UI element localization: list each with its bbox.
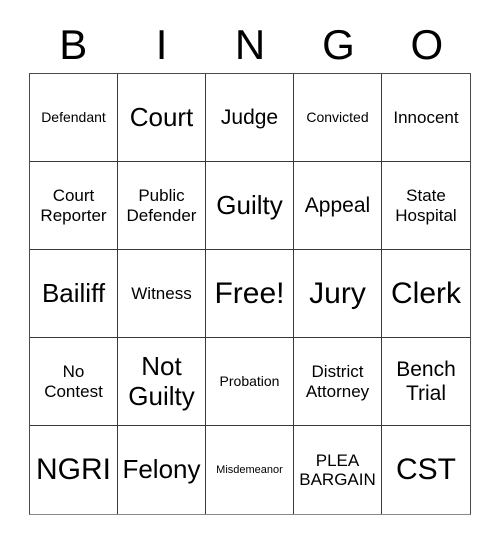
bingo-cell[interactable]: Public Defender xyxy=(118,162,206,250)
bingo-cell-label: Defendant xyxy=(41,108,106,125)
bingo-cell[interactable]: Appeal xyxy=(294,162,382,250)
bingo-cell-label: Court Reporter xyxy=(40,186,107,225)
bingo-cell-label: CST xyxy=(396,453,456,487)
bingo-cell[interactable]: CST xyxy=(382,426,470,514)
bingo-header: B I N G O xyxy=(29,16,471,73)
bingo-header-letter-n: N xyxy=(234,20,266,68)
bingo-cell-label: Probation xyxy=(219,372,280,389)
bingo-header-letter-o: O xyxy=(410,20,444,68)
bingo-cell-label: Clerk xyxy=(390,276,461,310)
bingo-cell[interactable]: District Attorney xyxy=(294,338,382,426)
bingo-cell-label: Witness xyxy=(131,283,192,303)
bingo-cell[interactable]: Convicted xyxy=(294,74,382,162)
bingo-cell-label: Free! xyxy=(214,276,285,310)
bingo-cell-label: Guilty xyxy=(216,189,283,220)
bingo-cell[interactable]: Court xyxy=(118,74,206,162)
bingo-cell-label: Misdemeanor xyxy=(216,463,283,476)
bingo-cell-label: Judge xyxy=(220,105,279,129)
bingo-cell-label: State Hospital xyxy=(395,186,457,225)
bingo-cell-label: PLEA BARGAIN xyxy=(299,450,376,489)
bingo-cell[interactable]: No Contest xyxy=(30,338,118,426)
bingo-cell[interactable]: Not Guilty xyxy=(118,338,206,426)
bingo-cell[interactable]: Jury xyxy=(294,250,382,338)
bingo-cell-label: No Contest xyxy=(44,362,103,401)
bingo-cell[interactable]: Felony xyxy=(118,426,206,514)
bingo-cell-label: Court xyxy=(129,101,194,132)
bingo-header-letter-g: G xyxy=(322,20,355,68)
bingo-cell[interactable]: Court Reporter xyxy=(30,162,118,250)
bingo-cell[interactable]: Judge xyxy=(206,74,294,162)
bingo-cell-label: Bench Trial xyxy=(396,357,456,405)
bingo-cell-label: Convicted xyxy=(306,108,369,125)
bingo-cell[interactable]: Innocent xyxy=(382,74,470,162)
bingo-grid: Defendant Court Judge Convicted Innocent… xyxy=(29,73,471,515)
bingo-cell-label: Jury xyxy=(309,276,366,310)
bingo-cell[interactable]: Probation xyxy=(206,338,294,426)
bingo-cell[interactable]: Bailiff xyxy=(30,250,118,338)
bingo-cell-label: Not Guilty xyxy=(128,351,195,411)
bingo-cell[interactable]: Bench Trial xyxy=(382,338,470,426)
bingo-card: B I N G O Defendant Court Judge Convicte… xyxy=(0,0,500,544)
bingo-cell[interactable]: Misdemeanor xyxy=(206,426,294,514)
bingo-cell-label: District Attorney xyxy=(305,362,370,401)
bingo-cell-label: NGRI xyxy=(36,453,111,487)
bingo-cell-label: Public Defender xyxy=(126,186,197,225)
bingo-cell-free-space[interactable]: Free! xyxy=(206,250,294,338)
bingo-cell-label: Innocent xyxy=(393,107,459,127)
bingo-cell[interactable]: NGRI xyxy=(30,426,118,514)
bingo-cell-label: Felony xyxy=(122,454,201,485)
bingo-cell[interactable]: Witness xyxy=(118,250,206,338)
bingo-cell[interactable]: Guilty xyxy=(206,162,294,250)
bingo-header-letter-b: B xyxy=(59,20,88,68)
bingo-header-letter-i: I xyxy=(155,20,168,68)
bingo-cell[interactable]: Clerk xyxy=(382,250,470,338)
bingo-cell[interactable]: Defendant xyxy=(30,74,118,162)
bingo-cell-label: Bailiff xyxy=(41,277,106,308)
bingo-cell[interactable]: PLEA BARGAIN xyxy=(294,426,382,514)
bingo-cell-label: Appeal xyxy=(304,193,371,217)
bingo-cell[interactable]: State Hospital xyxy=(382,162,470,250)
